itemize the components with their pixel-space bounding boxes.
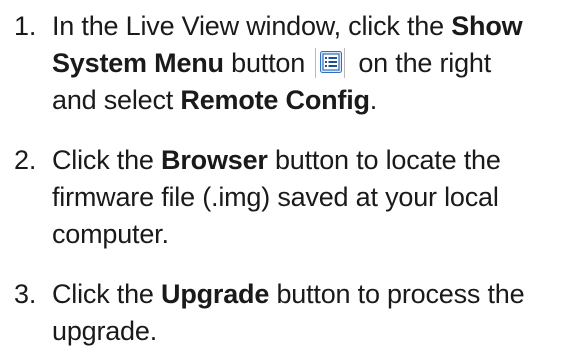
step-3-line-1: Click the Upgrade button to process the bbox=[14, 276, 580, 313]
step-text: and select bbox=[52, 85, 181, 115]
step-text: Click the bbox=[52, 279, 162, 309]
step-text: . bbox=[369, 85, 378, 115]
step-text: button to process the bbox=[269, 279, 525, 309]
ui-term-upgrade: Upgrade bbox=[161, 279, 270, 309]
step-3-line-2: upgrade. bbox=[52, 316, 157, 346]
ui-term-show: Show bbox=[451, 11, 523, 41]
step-text: button to locate the bbox=[267, 145, 501, 175]
step-number: 2. bbox=[14, 145, 37, 175]
ui-term-browser: Browser bbox=[161, 145, 268, 175]
step-1: 1. In the Live View window, click the Sh… bbox=[14, 8, 580, 119]
step-1-line-3: and select Remote Config. bbox=[14, 82, 580, 119]
step-1-line-2: System Menu button on the right bbox=[14, 45, 580, 82]
step-3: 3. Click the Upgrade button to process t… bbox=[14, 276, 580, 350]
step-2-line-1: Click the Browser button to locate the bbox=[14, 142, 580, 179]
ui-term-system-menu: System Menu bbox=[52, 48, 224, 78]
show-system-menu-icon bbox=[315, 48, 346, 78]
instruction-document: 1. In the Live View window, click the Sh… bbox=[0, 0, 582, 355]
step-2-line-3: computer. bbox=[52, 219, 169, 249]
step-text: Click the bbox=[52, 145, 162, 175]
step-text: on the right bbox=[351, 48, 492, 78]
ui-term-remote-config: Remote Config bbox=[180, 85, 370, 115]
step-1-line-1: In the Live View window, click the Show bbox=[14, 8, 580, 45]
step-number: 1. bbox=[14, 11, 37, 41]
system-menu-glyph bbox=[320, 51, 343, 73]
step-text: In the Live View window, click the bbox=[52, 11, 452, 41]
step-2: 2. Click the Browser button to locate th… bbox=[14, 142, 580, 253]
step-2-line-2: firmware file (.img) saved at your local bbox=[52, 182, 499, 212]
step-text: button bbox=[223, 48, 306, 78]
step-number: 3. bbox=[14, 279, 37, 309]
